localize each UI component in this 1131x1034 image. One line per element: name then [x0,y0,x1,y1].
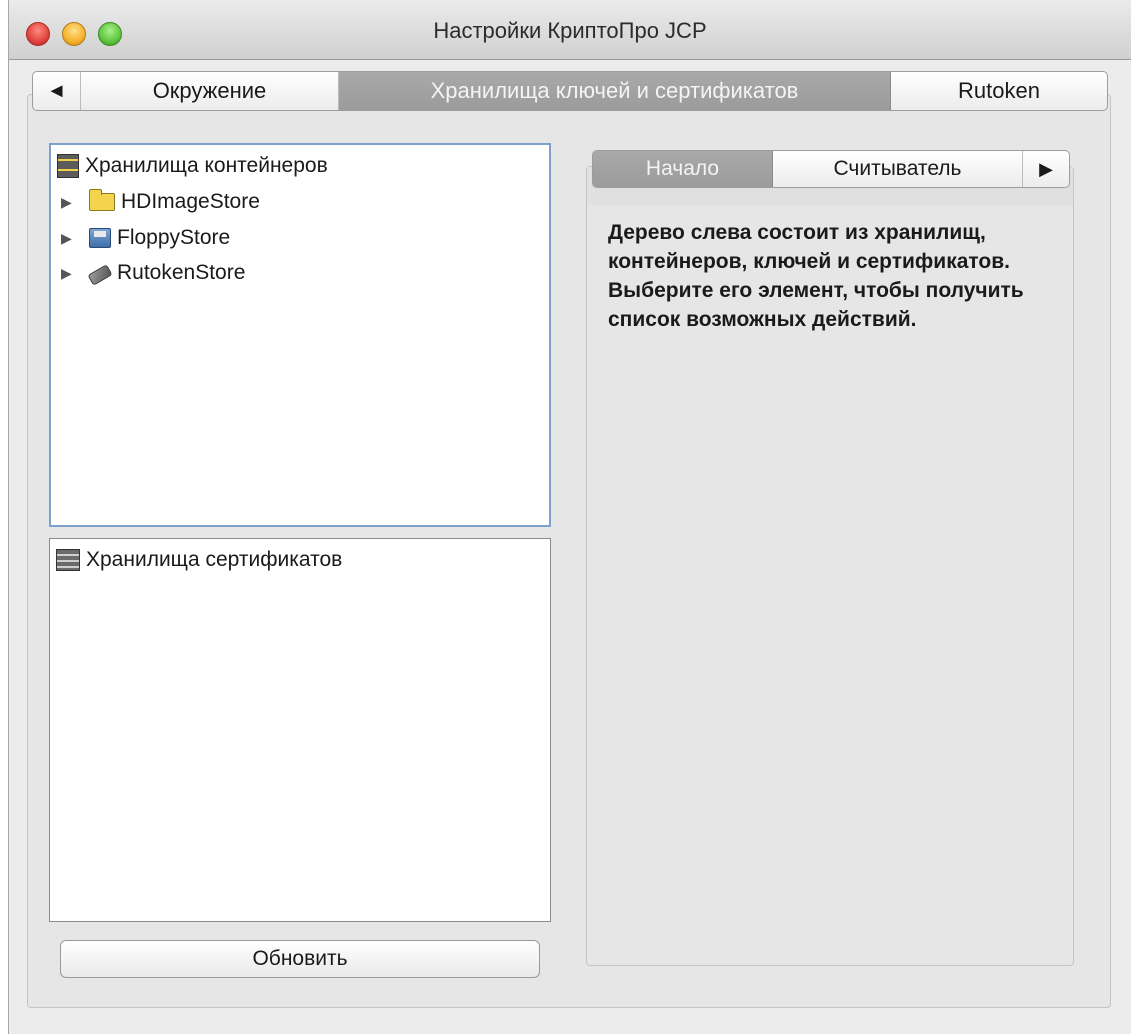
tab-rutoken[interactable]: Rutoken [891,72,1107,110]
tree-root-containers[interactable]: Хранилища контейнеров [57,151,328,181]
tab-environment[interactable]: Окружение [81,72,339,110]
tree-root-label: Хранилища сертификатов [86,548,343,571]
certificates-tree[interactable]: Хранилища сертификатов [49,538,551,922]
window-title: Настройки КриптоПро JCP [433,18,707,43]
floppy-icon [89,228,111,248]
title-bar[interactable]: Настройки КриптоПро JCP [9,0,1131,60]
tree-node-hdimagestore[interactable]: ▶ HDImageStore [61,187,260,217]
server-stack-icon [57,154,79,178]
help-description: Дерево слева состоит из хранилищ, контей… [608,221,1024,331]
tab-reader[interactable]: Считыватель [773,151,1023,187]
expand-arrow-icon[interactable]: ▶ [61,265,79,282]
folder-icon [89,189,115,211]
sub-tab-bar: Начало Считыватель ▶ [592,150,1070,188]
usb-token-icon [87,264,113,286]
tree-node-label: HDImageStore [121,190,260,213]
tab-scroll-right-button[interactable]: ▶ [1023,151,1069,187]
tree-node-label: RutokenStore [117,261,246,284]
cert-stack-icon [56,549,80,571]
refresh-button[interactable]: Обновить [60,940,540,978]
tree-root-certificates[interactable]: Хранилища сертификатов [56,545,342,575]
containers-tree[interactable]: Хранилища контейнеров ▶ HDImageStore ▶ F… [49,143,551,527]
tree-node-rutokenstore[interactable]: ▶ RutokenStore [61,258,245,288]
main-tab-bar: ◄ Окружение Хранилища ключей и сертифика… [32,71,1108,111]
tree-node-label: FloppyStore [117,226,231,249]
expand-arrow-icon[interactable]: ▶ [61,194,79,211]
tree-node-floppystore[interactable]: ▶ FloppyStore [61,223,230,253]
tab-key-cert-stores[interactable]: Хранилища ключей и сертификатов [339,72,891,110]
tab-start[interactable]: Начало [593,151,773,187]
tree-root-label: Хранилища контейнеров [85,154,328,177]
tab-scroll-left-button[interactable]: ◄ [33,72,81,110]
expand-arrow-icon[interactable]: ▶ [61,230,79,247]
